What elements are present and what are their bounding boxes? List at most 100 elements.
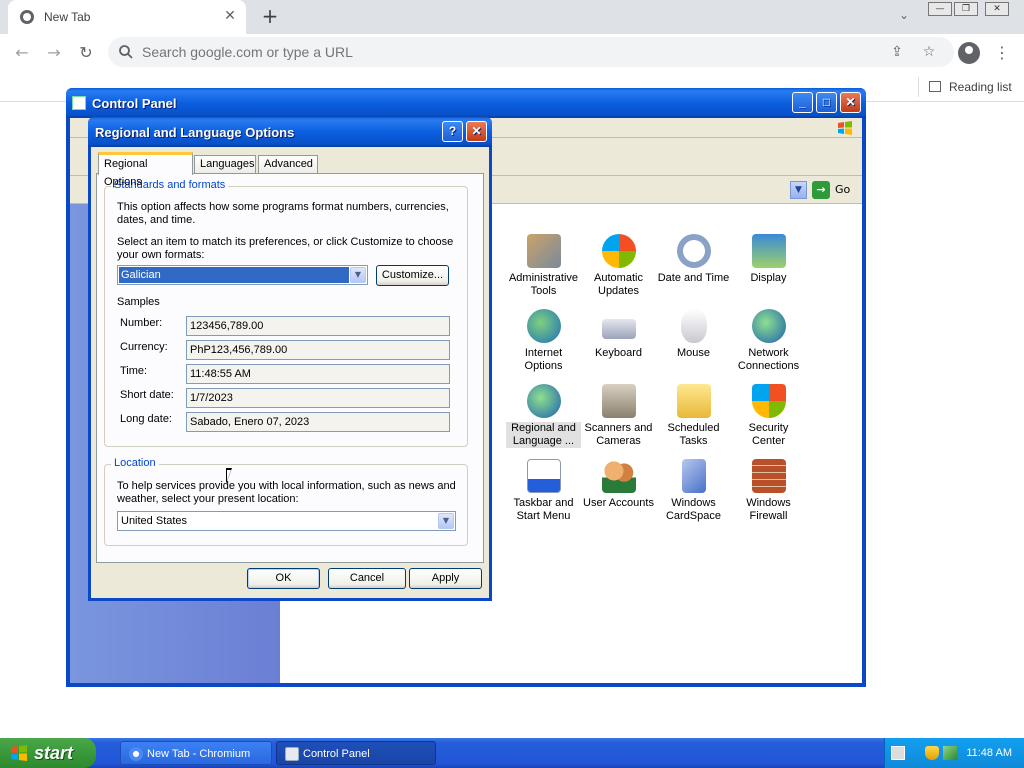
- network-tray-icon[interactable]: [943, 746, 957, 760]
- sample-short-date-field: 1/7/2023: [186, 388, 450, 408]
- format-select[interactable]: Galician ▼: [117, 265, 368, 285]
- cp-item-display[interactable]: Display: [731, 234, 806, 285]
- taskbar-icon: [526, 459, 561, 493]
- restore-icon[interactable]: ❐: [954, 2, 978, 16]
- reload-icon[interactable]: ↻: [76, 43, 96, 63]
- cp-item-label: Automatic Updates: [594, 272, 643, 297]
- internet-options-icon: [526, 309, 561, 343]
- location-description: To help services provide you with local …: [117, 480, 456, 505]
- cp-item-label: Windows Firewall: [746, 497, 791, 522]
- cp-item-label: Security Center: [748, 422, 789, 447]
- help-button[interactable]: ?: [442, 121, 463, 142]
- minimize-icon[interactable]: —: [928, 2, 952, 16]
- security-shield-icon[interactable]: [925, 746, 939, 760]
- standards-group: Standards and formats This option affect…: [104, 179, 468, 447]
- scanner-icon: [601, 384, 636, 418]
- dialog-titlebar[interactable]: Regional and Language Options ? ✕: [88, 117, 492, 147]
- cp-item-scanners-and-cameras[interactable]: Scanners and Cameras: [581, 384, 656, 448]
- cp-minimize-button[interactable]: _: [792, 92, 813, 113]
- control-panel-titlebar[interactable]: Control Panel _ □ ✕: [66, 88, 866, 118]
- back-icon[interactable]: ←: [12, 43, 32, 63]
- security-icon: [751, 384, 786, 418]
- location-select-value: United States: [121, 515, 188, 527]
- customize-button[interactable]: Customize...: [376, 265, 449, 286]
- cp-item-label: Display: [750, 272, 787, 284]
- cp-item-label: Keyboard: [594, 347, 643, 359]
- cancel-button[interactable]: Cancel: [328, 568, 406, 589]
- apply-button[interactable]: Apply: [409, 568, 482, 589]
- start-label: start: [34, 743, 74, 763]
- new-tab-icon[interactable]: +: [260, 6, 280, 26]
- browser-toolbar: ← → ↻ ⇪ ☆: [0, 34, 1024, 72]
- tab-regional-options[interactable]: Regional Options: [98, 152, 193, 188]
- cp-item-windows-firewall[interactable]: Windows Firewall: [731, 459, 806, 523]
- sample-time-field: 11:48:55 AM: [186, 364, 450, 384]
- reading-list-button[interactable]: Reading list: [918, 77, 1012, 97]
- task-control-panel[interactable]: Control Panel: [276, 741, 436, 765]
- cp-item-date-and-time[interactable]: Date and Time: [656, 234, 731, 285]
- chevron-down-icon[interactable]: ▼: [350, 267, 366, 283]
- forward-icon[interactable]: →: [44, 43, 64, 63]
- tab-languages[interactable]: Languages: [194, 155, 256, 174]
- task-label: New Tab - Chromium: [147, 748, 251, 760]
- dialog-close-button[interactable]: ✕: [466, 121, 487, 142]
- task-chromium[interactable]: New Tab - Chromium: [120, 741, 272, 765]
- regional-options-panel: Standards and formats This option affect…: [96, 173, 484, 563]
- cp-item-label: Regional and Language ...: [506, 422, 581, 448]
- mouse-cursor-icon: [226, 468, 232, 484]
- sample-long-date-field: Sabado, Enero 07, 2023: [186, 412, 450, 432]
- profile-avatar-icon[interactable]: [958, 42, 980, 64]
- go-arrow-icon: →: [812, 181, 830, 199]
- go-button[interactable]: → Go: [812, 180, 860, 200]
- cp-item-network-connections[interactable]: Network Connections: [731, 309, 806, 373]
- cp-item-mouse[interactable]: Mouse: [656, 309, 731, 360]
- cp-maximize-button[interactable]: □: [816, 92, 837, 113]
- admin-tools-icon: [526, 234, 561, 268]
- cp-item-windows-cardspace[interactable]: Windows CardSpace: [656, 459, 731, 523]
- address-dropdown-icon[interactable]: ▼: [790, 181, 807, 199]
- cp-item-keyboard[interactable]: Keyboard: [581, 309, 656, 360]
- task-label: Control Panel: [303, 748, 370, 760]
- tab-title: New Tab: [44, 10, 91, 24]
- dialog-title: Regional and Language Options: [95, 125, 295, 140]
- chrome-favicon-icon: [20, 10, 34, 24]
- cp-item-automatic-updates[interactable]: Automatic Updates: [581, 234, 656, 298]
- omnibox[interactable]: ⇪ ☆: [108, 37, 954, 67]
- keyboard-tray-icon[interactable]: [891, 746, 905, 760]
- network-icon: [751, 309, 786, 343]
- cp-item-label: Mouse: [676, 347, 711, 359]
- chevron-down-icon[interactable]: ▼: [438, 513, 454, 529]
- cp-item-label: Scheduled Tasks: [667, 422, 720, 447]
- location-select[interactable]: United States ▼: [117, 511, 456, 531]
- browser-tab[interactable]: New Tab ✕: [8, 0, 246, 34]
- bookmark-star-icon[interactable]: ☆: [920, 43, 938, 61]
- ok-button[interactable]: OK: [247, 568, 320, 589]
- cp-item-security-center[interactable]: Security Center: [731, 384, 806, 448]
- tab-close-icon[interactable]: ✕: [222, 8, 238, 24]
- close-window-icon[interactable]: ✕: [985, 2, 1009, 16]
- cp-item-label: Taskbar and Start Menu: [513, 497, 574, 522]
- omnibox-input[interactable]: [142, 42, 842, 62]
- search-icon: [119, 45, 133, 59]
- location-legend: Location: [111, 457, 159, 469]
- cp-item-user-accounts[interactable]: User Accounts: [581, 459, 656, 510]
- date-time-icon: [676, 234, 711, 268]
- user-accounts-icon: [601, 459, 636, 493]
- menu-icon[interactable]: ⋮: [994, 42, 1010, 64]
- sample-currency-field: PhP123,456,789.00: [186, 340, 450, 360]
- control-panel-title: Control Panel: [92, 96, 177, 111]
- cp-item-taskbar-and-start-menu[interactable]: Taskbar and Start Menu: [506, 459, 581, 523]
- cp-item-scheduled-tasks[interactable]: Scheduled Tasks: [656, 384, 731, 448]
- format-select-value: Galician: [119, 267, 349, 283]
- mouse-icon: [680, 309, 707, 343]
- cp-item-regional-and-language[interactable]: Regional and Language ...: [506, 384, 581, 448]
- start-button[interactable]: start: [0, 738, 96, 768]
- cp-item-internet-options[interactable]: Internet Options: [506, 309, 581, 373]
- chromium-icon: [129, 747, 143, 761]
- tab-search-icon[interactable]: ⌄: [896, 8, 912, 24]
- share-icon[interactable]: ⇪: [888, 43, 906, 61]
- cp-close-button[interactable]: ✕: [840, 92, 861, 113]
- cp-item-administrative-tools[interactable]: Administrative Tools: [506, 234, 581, 298]
- format-instruction: Select an item to match its preferences,…: [117, 236, 454, 261]
- tab-advanced[interactable]: Advanced: [258, 155, 318, 174]
